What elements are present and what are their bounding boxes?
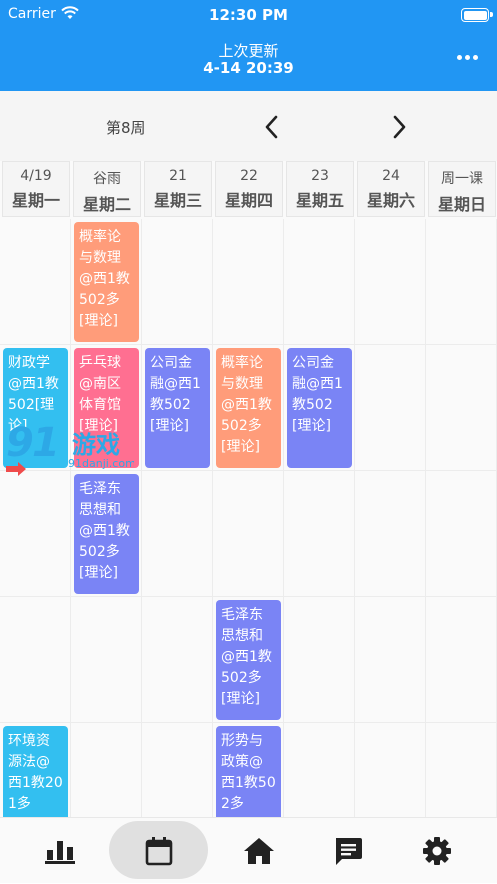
day-name: 星期三: [153, 191, 202, 210]
timetable-cell[interactable]: [426, 219, 497, 345]
timetable-grid: 4/19 星期一 谷雨 星期二 21 星期三 22 星期四 23 星期五 24 星期六 周一课 星期日 概率…: [0, 161, 497, 817]
header-subtitle: 4-14 20:39: [203, 59, 294, 77]
course-card[interactable]: 概率论与数理@西1教502多[理论]: [216, 348, 281, 468]
day-date: 周一课: [441, 171, 483, 187]
day-date: 24: [382, 168, 400, 184]
day-date: 4/19: [20, 168, 52, 184]
timetable-cell[interactable]: [71, 597, 142, 723]
timetable-cell[interactable]: [0, 219, 71, 345]
more-options-icon[interactable]: [457, 55, 479, 61]
tab-statistics[interactable]: [10, 818, 109, 884]
timetable-cell[interactable]: [284, 471, 355, 597]
bar-chart-icon: [44, 841, 75, 864]
tab-schedule[interactable]: [109, 818, 208, 884]
timetable-cell[interactable]: [0, 471, 71, 597]
svg-text:1: 1: [32, 420, 60, 466]
day-name: 星期五: [295, 191, 344, 210]
course-card[interactable]: 环境资源法@西1教201多: [3, 726, 68, 817]
day-date: 21: [169, 168, 187, 184]
day-header-4: 22 星期四: [215, 161, 283, 217]
course-card[interactable]: 毛泽东思想和@西1教502多[理论]: [74, 474, 139, 594]
header-title: 上次更新: [218, 42, 279, 60]
svg-text:游戏: 游戏: [72, 431, 120, 459]
timetable-cell[interactable]: [142, 219, 213, 345]
course-card[interactable]: 形势与政策@西1教502多: [216, 726, 281, 817]
timetable-cell[interactable]: [71, 723, 142, 817]
svg-text:91danji.com: 91danji.com: [68, 457, 134, 470]
day-name: 星期二: [82, 195, 131, 214]
previous-week-chevron-icon[interactable]: [260, 113, 284, 141]
timetable-cell[interactable]: [213, 471, 284, 597]
calendar-icon: [145, 837, 172, 866]
timetable-cell[interactable]: [355, 723, 426, 817]
day-header-2: 谷雨 星期二: [73, 161, 141, 217]
timetable-cell[interactable]: [355, 345, 426, 471]
day-header-3: 21 星期三: [144, 161, 212, 217]
status-bar: Carrier 12:30 PM: [0, 4, 497, 24]
day-name: 星期一: [11, 191, 60, 210]
app-header: Carrier 12:30 PM 上次更新 4-14 20:39: [0, 0, 497, 91]
course-card[interactable]: 公司金融@西1教502[理论]: [287, 348, 352, 468]
tab-home[interactable]: [209, 818, 308, 884]
day-header-7: 周一课 星期日: [428, 161, 496, 217]
day-name: 星期六: [366, 191, 415, 210]
day-header-6: 24 星期六: [357, 161, 425, 217]
timetable-cell[interactable]: [213, 219, 284, 345]
gear-icon: [422, 837, 451, 865]
timetable-cell[interactable]: [142, 723, 213, 817]
timetable-cell[interactable]: [142, 471, 213, 597]
message-icon: [335, 838, 362, 865]
tab-settings[interactable]: [387, 818, 486, 884]
course-card[interactable]: 概率论与数理@西1教502多[理论]: [74, 222, 139, 342]
timetable-cell[interactable]: [355, 597, 426, 723]
watermark-logo-icon: 9 1 游戏 91danji.com: [6, 420, 134, 476]
timetable-cell[interactable]: [0, 597, 71, 723]
timetable-cell[interactable]: [284, 597, 355, 723]
day-date: 23: [311, 168, 329, 184]
day-name: 星期四: [224, 191, 273, 210]
timetable-cell[interactable]: [426, 597, 497, 723]
timetable-cell[interactable]: [142, 597, 213, 723]
bottom-tab-bar: [0, 817, 497, 883]
svg-text:9: 9: [6, 420, 34, 466]
timetable-cell[interactable]: [426, 723, 497, 817]
day-header-1: 4/19 星期一: [2, 161, 70, 217]
tab-messages[interactable]: [298, 818, 397, 884]
status-time: 12:30 PM: [209, 6, 288, 24]
day-date: 谷雨: [93, 171, 121, 187]
timetable-cell[interactable]: [426, 345, 497, 471]
day-date: 22: [240, 168, 258, 184]
timetable-cell[interactable]: [355, 219, 426, 345]
course-card[interactable]: 公司金融@西1教502[理论]: [145, 348, 210, 468]
battery-tip: [490, 12, 493, 17]
battery-icon: [461, 8, 489, 22]
day-header-5: 23 星期五: [286, 161, 354, 217]
week-label: 第8周: [106, 119, 146, 137]
timetable-cell[interactable]: [284, 723, 355, 817]
timetable-cell[interactable]: [426, 471, 497, 597]
day-name: 星期日: [437, 195, 486, 214]
week-navigator: 第8周: [0, 91, 497, 161]
home-icon: [243, 838, 274, 864]
next-week-chevron-icon[interactable]: [387, 113, 411, 141]
timetable-cell[interactable]: [355, 471, 426, 597]
timetable-cell[interactable]: [284, 219, 355, 345]
course-card[interactable]: 毛泽东思想和@西1教502多[理论]: [216, 600, 281, 720]
